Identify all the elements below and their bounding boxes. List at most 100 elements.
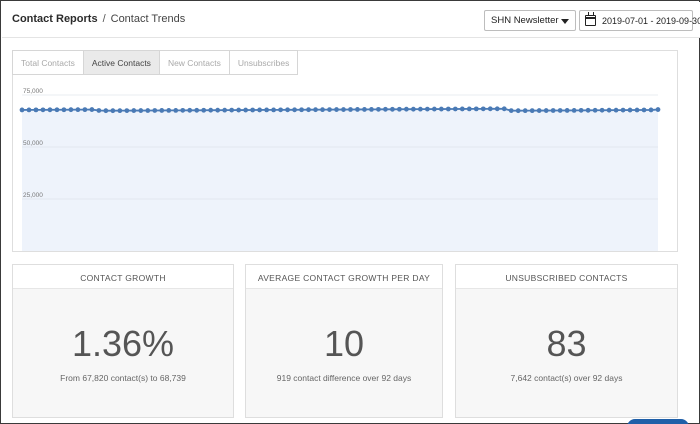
data-point [264,107,270,113]
data-point [208,107,214,113]
data-point [278,107,283,113]
data-point [466,106,472,112]
data-point [124,108,130,113]
data-point [362,107,367,112]
breadcrumb-separator: / [102,13,106,25]
list-select-value: SHN Newsletter [491,15,559,26]
card-title: UNSUBSCRIBED CONTACTS [456,265,677,289]
breadcrumb-contact-reports[interactable]: Contact Reports [12,13,98,25]
data-point [110,108,116,114]
breadcrumb: Contact Reports / Contact Trends [12,13,185,25]
data-point [82,107,88,113]
tab-unsubscribes[interactable]: Unsubscribes [229,50,299,75]
data-point [257,107,263,113]
data-point [313,107,318,113]
data-point [480,106,486,112]
data-point [299,107,304,113]
card-value: 83 [546,323,587,364]
data-point [438,106,444,112]
data-point [515,108,521,114]
data-point [445,106,451,112]
data-point [529,108,535,114]
data-point [75,107,81,113]
data-point [578,107,584,113]
data-point [292,107,297,113]
card-subtitle: 7,642 contact(s) over 92 days [510,373,623,383]
data-point [103,108,109,114]
data-point [494,106,500,112]
contact-trend-chart: 75,000 50,000 25,000 [19,88,661,251]
data-point [348,107,353,112]
data-point [89,107,95,112]
data-point [33,107,39,113]
data-point [571,107,577,113]
data-point [543,108,549,113]
data-point [557,108,563,113]
y-tick-label: 50,000 [23,140,43,147]
tab-new-contacts[interactable]: New Contacts [159,50,230,75]
data-point [26,107,32,113]
data-point [40,107,46,113]
data-point [194,107,200,113]
data-point [648,107,654,113]
data-point [306,107,311,113]
data-point [117,108,123,114]
tab-active-contacts[interactable]: Active Contacts [83,50,160,75]
data-point [285,107,290,113]
data-point [243,107,249,113]
data-point [550,108,556,113]
data-point [180,107,186,113]
tab-total-contacts[interactable]: Total Contacts [12,50,84,75]
page-header: Contact Reports / Contact Trends SHN Newsl… [2,2,700,38]
data-point [599,107,605,113]
card-subtitle: From 67,820 contact(s) to 68,739 [60,373,186,383]
data-point [592,107,598,113]
data-point [522,108,528,114]
data-point [369,106,374,112]
list-select-dropdown[interactable]: SHN Newsletter [484,10,576,31]
data-point [215,107,221,113]
card-title: CONTACT GROWTH [13,265,233,289]
data-point [641,107,647,113]
data-point [250,107,256,113]
data-point [536,108,542,113]
data-point [404,106,409,112]
data-point [355,107,360,112]
data-point [501,106,507,112]
metric-tabs: Total Contacts Active Contacts New Conta… [12,50,299,75]
data-point [508,108,514,113]
data-point [68,107,74,113]
average-growth-card: AVERAGE CONTACT GROWTH PER DAY 10 919 co… [245,264,443,418]
data-point [620,107,626,113]
data-point [222,107,228,113]
card-value: 1.36% [71,323,175,364]
data-point [138,108,144,113]
series-line [21,107,659,112]
data-point [431,106,437,112]
calendar-icon [585,12,596,26]
data-point [564,108,570,113]
data-point [334,107,339,112]
data-point [131,108,137,113]
data-point [187,107,193,113]
data-point [229,107,235,113]
y-tick-label: 25,000 [23,192,43,199]
data-point [173,107,179,113]
data-point [159,108,165,113]
data-point [201,107,207,113]
date-range-value: 2019-07-01 - 2019-09-30 [602,16,700,26]
caret-down-icon [561,19,569,24]
date-range-picker[interactable]: 2019-07-01 - 2019-09-30 [579,10,700,31]
data-point [452,106,458,112]
data-point [320,107,325,113]
unsubscribed-contacts-card: UNSUBSCRIBED CONTACTS 83 7,642 contact(s… [455,264,678,418]
data-point [390,106,395,112]
data-point [61,107,67,113]
data-point [613,107,619,113]
card-subtitle: 919 contact difference over 92 days [276,373,412,383]
data-point [397,106,402,112]
contact-growth-card: CONTACT GROWTH 1.36% From 67,820 contact… [12,264,234,418]
data-point [236,107,242,113]
help-widget-tab[interactable] [627,419,689,424]
data-point [473,106,479,112]
